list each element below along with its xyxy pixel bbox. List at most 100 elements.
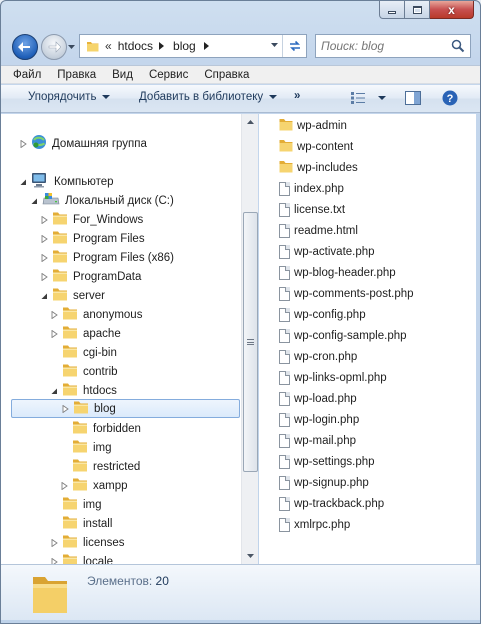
expander-closed-icon[interactable] (40, 253, 49, 262)
tree-item-drive-c[interactable]: Локальный диск (C:) (30, 191, 174, 210)
address-bar[interactable]: « htdocs blog (79, 34, 307, 58)
tree-item[interactable]: For_Windows (40, 210, 143, 229)
search-input[interactable] (316, 39, 446, 53)
expander-closed-icon[interactable] (40, 234, 49, 243)
expander-closed-icon[interactable] (40, 272, 49, 281)
search-box[interactable] (315, 34, 471, 58)
breadcrumb-htdocs[interactable]: htdocs (118, 39, 153, 53)
minimize-button[interactable] (379, 1, 405, 19)
expander-closed-icon[interactable] (61, 404, 70, 413)
expander-open-icon[interactable] (30, 196, 39, 205)
expander-closed-icon[interactable] (50, 538, 59, 547)
expander-closed-icon[interactable] (60, 481, 69, 490)
scroll-down-button[interactable] (242, 548, 259, 564)
tree-item[interactable]: contrib (50, 362, 118, 381)
preview-pane-button[interactable] (405, 91, 421, 105)
tree-item[interactable]: forbidden (60, 419, 141, 438)
tree-item[interactable]: restricted (60, 457, 140, 476)
tree-item[interactable]: img (50, 495, 102, 514)
history-dropdown[interactable] (67, 42, 75, 52)
forward-button[interactable] (41, 34, 67, 60)
menu-tools[interactable]: Сервис (149, 69, 188, 81)
menu-help[interactable]: Справка (204, 69, 249, 81)
navigation-pane[interactable]: Домашняя группа Компьютер Локальный диск (… (1, 114, 258, 564)
tree-item[interactable]: apache (50, 324, 121, 343)
expander-open-icon[interactable] (40, 291, 49, 300)
file-item[interactable]: wp-comments-post.php (279, 284, 414, 303)
tree-item[interactable]: img (60, 438, 112, 457)
file-list[interactable]: wp-admin wp-content wp-includes index.php li… (259, 114, 476, 564)
file-item[interactable]: wp-activate.php (279, 242, 375, 261)
arrow-right-icon (48, 41, 61, 53)
tree-item[interactable]: Program Files (x86) (40, 248, 174, 267)
chevron-right-icon[interactable] (159, 42, 165, 50)
menu-bar: Файл Правка Вид Сервис Справка (1, 65, 480, 84)
file-icon (279, 265, 290, 280)
file-item[interactable]: wp-admin (279, 116, 347, 135)
file-item[interactable]: wp-links-opml.php (279, 368, 387, 387)
file-icon (279, 349, 290, 364)
expander-closed-icon[interactable] (50, 310, 59, 319)
address-dropdown-icon[interactable] (271, 43, 278, 47)
tree-item[interactable]: locale (50, 552, 113, 564)
organize-button[interactable]: Упорядочить (28, 91, 111, 103)
tree-item[interactable]: server (40, 286, 105, 305)
folder-icon (72, 439, 88, 456)
maximize-button[interactable] (405, 1, 430, 19)
file-item[interactable]: license.txt (279, 200, 345, 219)
tree-item[interactable]: ProgramData (40, 267, 141, 286)
breadcrumb-blog[interactable]: blog (173, 39, 196, 53)
refresh-button[interactable] (282, 35, 306, 57)
search-icon[interactable] (451, 39, 465, 53)
tree-item[interactable]: blog (11, 399, 240, 418)
chevron-right-icon[interactable] (203, 42, 209, 50)
expander-closed-icon[interactable] (40, 215, 49, 224)
file-item[interactable]: wp-blog-header.php (279, 263, 396, 282)
tree-item[interactable]: htdocs (50, 381, 117, 400)
address-overflow[interactable]: « (105, 39, 112, 53)
file-item[interactable]: wp-trackback.php (279, 494, 384, 513)
tree-item[interactable]: anonymous (50, 305, 142, 324)
help-button[interactable]: ? (442, 90, 458, 106)
view-options-button[interactable] (351, 92, 386, 104)
tree-item[interactable]: Program Files (40, 229, 145, 248)
menu-view[interactable]: Вид (112, 69, 133, 81)
file-item[interactable]: wp-mail.php (279, 431, 356, 450)
file-item[interactable]: wp-settings.php (279, 452, 375, 471)
file-item[interactable]: wp-signup.php (279, 473, 369, 492)
back-button[interactable] (12, 34, 38, 60)
add-to-library-button[interactable]: Добавить в библиотеку (139, 91, 278, 103)
file-item[interactable]: wp-load.php (279, 389, 357, 408)
file-item[interactable]: index.php (279, 179, 344, 198)
file-item[interactable]: readme.html (279, 221, 358, 240)
expander-closed-icon[interactable] (50, 557, 59, 564)
expander-open-icon[interactable] (50, 386, 59, 395)
file-item[interactable]: wp-config-sample.php (279, 326, 407, 345)
chevron-down-icon (102, 95, 111, 99)
more-commands-button[interactable]: » (294, 90, 300, 102)
file-item[interactable]: wp-login.php (279, 410, 359, 429)
menu-file[interactable]: Файл (13, 69, 41, 81)
tree-item-label: Локальный диск (C:) (65, 194, 174, 207)
file-item[interactable]: wp-config.php (279, 305, 366, 324)
tree-item[interactable]: cgi-bin (50, 343, 117, 362)
nav-scrollbar[interactable] (241, 114, 258, 564)
scroll-thumb[interactable] (243, 212, 258, 472)
tree-item-homegroup[interactable]: Домашняя группа (19, 134, 147, 153)
tree-item[interactable]: licenses (50, 533, 125, 552)
file-item[interactable]: wp-includes (279, 158, 358, 177)
file-item[interactable]: wp-cron.php (279, 347, 357, 366)
expander-closed-icon[interactable] (50, 329, 59, 338)
file-item[interactable]: xmlrpc.php (279, 515, 350, 534)
expander-open-icon[interactable] (19, 177, 28, 186)
scroll-up-button[interactable] (242, 114, 259, 130)
tree-item[interactable]: xampp (60, 476, 128, 495)
close-button[interactable]: x (430, 1, 474, 19)
tree-item[interactable]: install (50, 514, 112, 533)
tree-item-computer[interactable]: Компьютер (19, 172, 114, 191)
file-item[interactable]: wp-content (279, 137, 353, 156)
tree-item-label: licenses (83, 536, 125, 549)
menu-edit[interactable]: Правка (57, 69, 96, 81)
minimize-icon (388, 11, 396, 14)
expander-closed-icon[interactable] (19, 139, 28, 148)
